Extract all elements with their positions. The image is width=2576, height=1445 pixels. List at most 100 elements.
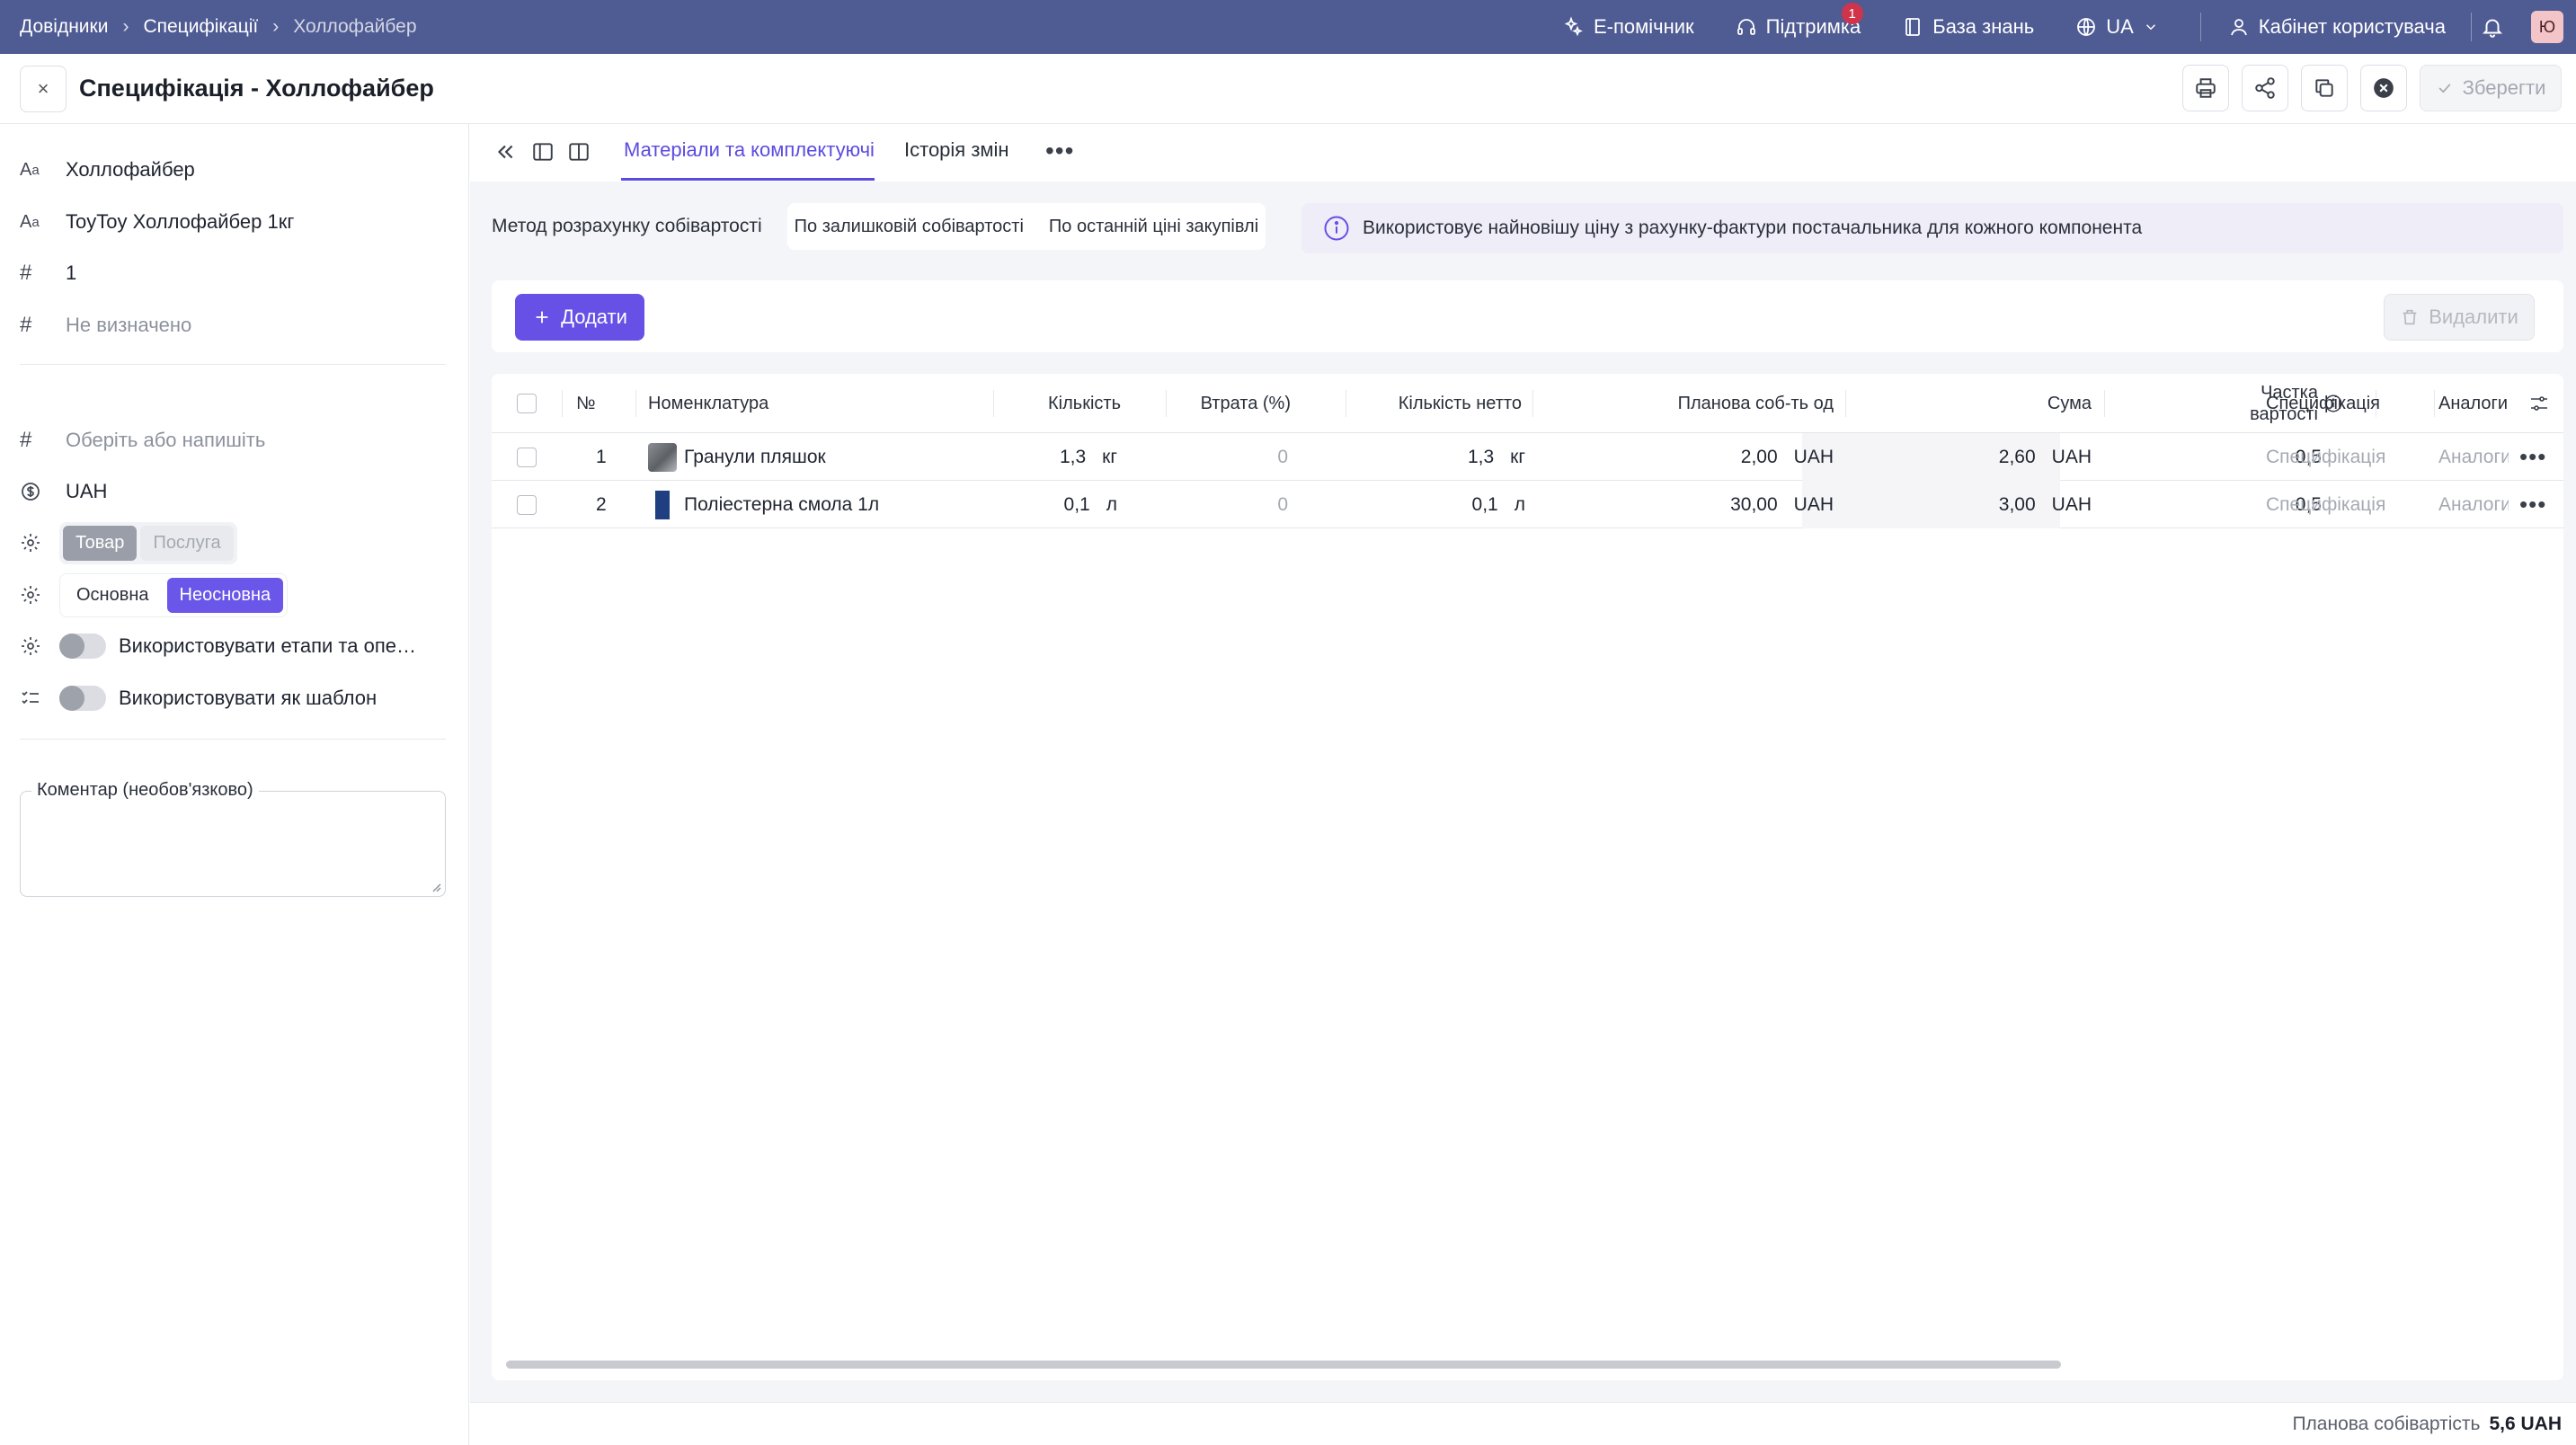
row-checkbox[interactable]: [517, 433, 537, 481]
row-planned-cost[interactable]: 30,00 UAH: [1543, 481, 1834, 528]
collapse-left-icon[interactable]: [493, 140, 517, 164]
copy-icon: [2313, 76, 2336, 100]
plus-icon: [532, 307, 552, 327]
info-text: Використовує найновішу ціну з рахунку-фа…: [1363, 217, 2143, 238]
gear-icon: [20, 635, 47, 657]
row-analogs-link[interactable]: Аналоги: [2438, 433, 2509, 481]
checklist-icon: [20, 687, 47, 709]
table-row[interactable]: 2 Поліестерна смола 1л 0,1 л 0 0,1 л 30,00…: [492, 481, 2563, 528]
col-num[interactable]: №: [576, 374, 595, 433]
row-num: 2: [596, 493, 607, 515]
info-icon: [1323, 215, 1350, 242]
divider: [20, 364, 446, 365]
add-button[interactable]: Додати: [515, 294, 644, 341]
product-field[interactable]: Aa ToyToy Холлофайбер 1кг: [20, 204, 294, 240]
col-planned-cost[interactable]: Планова соб-ть од: [1543, 374, 1834, 433]
share-icon: [2253, 76, 2277, 100]
row-analogs-link[interactable]: Аналоги: [2438, 481, 2509, 528]
divider: [993, 390, 994, 417]
cost-method-residual[interactable]: По залишковій собівартості: [795, 217, 1024, 237]
type-service[interactable]: Послуга: [140, 525, 234, 561]
cost-method-last-price[interactable]: По останній ціні закупівлі: [1049, 217, 1258, 237]
col-net[interactable]: Кількість нетто: [1301, 374, 1522, 433]
share-button[interactable]: [2242, 65, 2288, 111]
col-loss[interactable]: Втрата (%): [1139, 374, 1291, 433]
kind-secondary[interactable]: Неосновна: [166, 577, 284, 613]
materials-table: № Номенклатура Кількість Втрата (%) Кіль…: [492, 374, 2563, 1380]
row-nomenclature[interactable]: Поліестерна смола 1л: [648, 481, 879, 528]
row-net: 0,1 л: [1471, 493, 1525, 515]
table-row[interactable]: 1 Гранули пляшок 1,3 кг 0 1,3 кг 2,00 UAH 2…: [492, 433, 2563, 481]
knowledge-base-link[interactable]: База знань: [1902, 15, 2034, 39]
assistant-link[interactable]: E-помічник: [1563, 15, 1694, 39]
stages-toggle-label: Використовувати етапи та операції: [119, 634, 424, 657]
col-spec[interactable]: Специфікація: [2266, 374, 2380, 433]
main-panel: Матеріали та комплектуючі Історія змін •…: [470, 124, 2576, 1445]
kind-switch: Основна Неосновна: [59, 572, 289, 617]
resize-grip-icon[interactable]: [429, 880, 441, 892]
panel-left-icon[interactable]: [531, 140, 555, 164]
duplicate-button[interactable]: [2301, 65, 2348, 111]
tab-bar: Матеріали та комплектуючі Історія змін •…: [470, 124, 2576, 182]
tab-materials[interactable]: Матеріали та комплектуючі: [624, 138, 875, 162]
chevron-down-icon: [2143, 19, 2159, 35]
tab-history[interactable]: Історія змін: [904, 138, 1009, 162]
action-bar: Додати Видалити: [492, 280, 2563, 352]
printer-icon: [2194, 76, 2217, 100]
column-settings-icon[interactable]: [2528, 374, 2550, 433]
row-spec-link[interactable]: Специфікація: [2266, 433, 2385, 481]
breadcrumb: Довідники › Специфікації › Холлофайбер: [0, 16, 417, 38]
template-toggle-row: Використовувати як шаблон: [20, 680, 424, 716]
info-banner: Використовує найновішу ціну з рахунку-фа…: [1301, 203, 2563, 253]
product-thumbnail: [648, 442, 677, 472]
col-analogs[interactable]: Аналоги: [2438, 374, 2508, 433]
comment-textarea[interactable]: Коментар (необов'язково): [20, 780, 446, 897]
template-toggle[interactable]: [59, 686, 106, 711]
type-goods[interactable]: Товар: [63, 525, 138, 561]
name-field[interactable]: Aa Холлофайбер: [20, 152, 195, 188]
support-link[interactable]: Підтримка 1: [1736, 3, 1863, 39]
print-button[interactable]: [2182, 65, 2229, 111]
comment-label: Коментар (необов'язково): [31, 780, 259, 801]
dollar-circle-icon: [20, 481, 47, 502]
bell-icon[interactable]: [2481, 15, 2504, 39]
active-tab-indicator: [621, 178, 875, 181]
row-spec-link[interactable]: Специфікація: [2266, 481, 2385, 528]
row-planned-cost[interactable]: 2,00 UAH: [1543, 433, 1834, 481]
col-sum[interactable]: Сума: [1876, 374, 2092, 433]
avatar[interactable]: Ю: [2531, 11, 2563, 43]
text-icon: Aa: [20, 159, 40, 180]
kind-row: Основна Неосновна: [20, 572, 289, 617]
currency-field[interactable]: UAH: [20, 474, 107, 510]
divider: [562, 390, 563, 417]
cost-method-options: По залишковій собівартості По останній ц…: [786, 203, 1266, 250]
col-nomenclature[interactable]: Номенклатура: [648, 374, 768, 433]
quantity-field[interactable]: # 1: [20, 255, 76, 291]
breadcrumb-specifications[interactable]: Специфікації: [143, 16, 258, 38]
breadcrumb-directories[interactable]: Довідники: [20, 16, 108, 38]
kind-main[interactable]: Основна: [64, 578, 162, 613]
divider: [20, 739, 446, 740]
horizontal-scrollbar[interactable]: [506, 1361, 2061, 1369]
row-quantity: 1,3 кг: [1059, 446, 1117, 467]
cancel-button[interactable]: [2360, 65, 2407, 111]
save-button[interactable]: Зберегти: [2420, 65, 2562, 111]
col-quantity[interactable]: Кількість: [995, 374, 1121, 433]
book-icon: [1902, 16, 1923, 38]
close-button[interactable]: ×: [20, 65, 67, 112]
more-tabs-button[interactable]: •••: [1045, 137, 1074, 165]
select-field[interactable]: # Оберіть або напишіть: [20, 422, 265, 458]
select-all-checkbox[interactable]: [517, 374, 537, 433]
user-cabinet-link[interactable]: Кабінет користувача: [2228, 15, 2446, 39]
row-more-icon[interactable]: •••: [2519, 433, 2546, 481]
row-nomenclature[interactable]: Гранули пляшок: [648, 433, 826, 481]
top-navigation-bar: Довідники › Специфікації › Холлофайбер E…: [0, 0, 2576, 54]
language-select[interactable]: UA: [2075, 15, 2159, 39]
delete-button[interactable]: Видалити: [2384, 294, 2535, 341]
undefined-field[interactable]: # Не визначено: [20, 307, 191, 343]
panel-split-icon[interactable]: [567, 140, 591, 164]
row-checkbox[interactable]: [517, 481, 537, 528]
assistant-icon: [1563, 16, 1585, 38]
row-more-icon[interactable]: •••: [2519, 481, 2546, 528]
stages-toggle[interactable]: [59, 634, 106, 659]
